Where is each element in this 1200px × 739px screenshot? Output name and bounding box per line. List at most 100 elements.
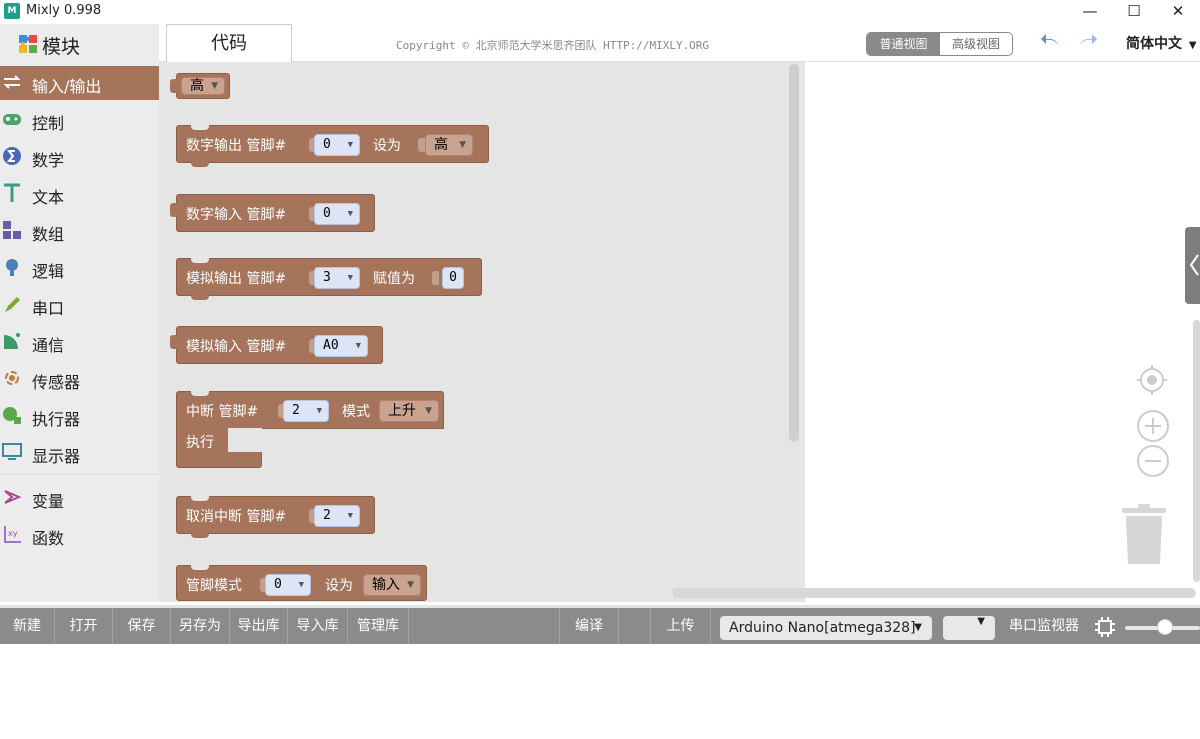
tab-blocks[interactable]: 模块 [0,24,159,62]
block-digital-read[interactable]: 数字输入 管脚# 0 ▼ [170,194,375,232]
block-notch [191,391,209,396]
block-detach-interrupt[interactable]: 取消中断 管脚# 2 ▼ [176,496,375,538]
category-label: 控制 [32,114,65,133]
pin-dropdown[interactable]: 0 ▼ [265,574,311,596]
flyout-scrollbar[interactable] [789,64,799,442]
svg-text:xy: xy [8,529,18,538]
export-library-button[interactable]: 导出库 [230,608,288,644]
pin-dropdown[interactable]: A0 ▼ [314,335,368,357]
maximize-button[interactable]: ☐ [1112,0,1156,24]
monitor-icon [2,443,22,460]
category-actuator[interactable]: 执行器 [0,399,159,433]
mode-dropdown[interactable]: 上升 ▼ [379,400,439,422]
block-label: 设为 [325,578,353,594]
import-library-button[interactable]: 导入库 [288,608,348,644]
workspace-vscrollbar[interactable] [1193,320,1200,582]
chevron-down-icon: ▼ [425,406,432,416]
save-button[interactable]: 保存 [113,608,171,644]
language-select[interactable]: 简体中文 ▼ [1122,32,1200,56]
pin-dropdown[interactable]: 0 ▼ [314,134,360,156]
category-display[interactable]: 显示器 [0,436,159,470]
compile-button[interactable]: 编译 [559,608,619,644]
block-high-low[interactable]: 高 ▼ [170,73,230,99]
category-array[interactable]: 数组 [0,214,159,248]
category-label: 函数 [32,529,65,548]
pin-value: A0 [323,338,339,353]
category-math[interactable]: 数学 [0,140,159,174]
block-analog-read[interactable]: 模拟输入 管脚# A0 ▼ [170,326,383,364]
mode-dropdown[interactable]: 输入 ▼ [363,574,421,596]
block-digital-write[interactable]: 数字输出 管脚# 0 ▼ 设为 高 ▼ [176,125,489,167]
zoom-in-icon[interactable] [1136,409,1170,443]
block-notch [191,565,209,570]
category-input-output[interactable]: 输入/输出 [0,66,159,100]
category-label: 显示器 [32,447,81,466]
block-label: 模式 [342,404,370,420]
close-button[interactable]: ✕ [1156,0,1200,24]
redo-icon[interactable] [1074,31,1098,55]
category-control[interactable]: 控制 [0,103,159,137]
interrupt-header: 中断 管脚# 2 ▼ 模式 上升 ▼ [176,391,444,429]
new-button[interactable]: 新建 [0,608,55,644]
block-label: 中断 管脚# [186,404,259,420]
value-input[interactable]: 0 [442,267,464,289]
chevron-down-icon: ▼ [347,511,353,521]
category-function[interactable]: xy 函数 [0,518,159,552]
minimize-button[interactable]: — [1068,0,1112,24]
normal-view-button[interactable]: 普通视图 [867,33,940,55]
trash-icon[interactable] [1120,504,1168,566]
pin-dropdown[interactable]: 2 ▼ [314,505,360,527]
block-bump [191,162,209,167]
block-analog-write[interactable]: 模拟输出 管脚# 3 ▼ 赋值为 0 [176,258,482,300]
input-socket [418,138,425,152]
statement-slot[interactable] [228,428,262,452]
zoom-slider-handle[interactable] [1157,619,1173,635]
block-bump [191,533,209,538]
block-pin-mode[interactable]: 管脚模式 0 ▼ 设为 输入 ▼ [176,565,427,601]
port-select[interactable]: ▼ [943,616,995,640]
collapse-panel-handle[interactable] [1185,227,1200,304]
sigma-icon [3,147,21,165]
chevron-down-icon: ▼ [347,273,353,283]
block-label: 取消中断 管脚# [186,509,287,525]
upload-button[interactable]: 上传 [651,608,711,644]
category-label: 输入/输出 [32,77,102,96]
open-button[interactable]: 打开 [55,608,113,644]
category-logic[interactable]: 逻辑 [0,251,159,285]
chip-icon[interactable] [1094,616,1116,638]
save-as-button[interactable]: 另存为 [171,608,230,644]
pin-dropdown[interactable]: 3 ▼ [314,267,360,289]
category-variable[interactable]: 变量 [0,481,159,515]
serial-monitor-button[interactable]: 串口监视器 [1009,608,1079,644]
zoom-out-icon[interactable] [1136,444,1170,478]
workspace-hscrollbar[interactable] [672,588,1196,598]
undo-icon[interactable] [1040,31,1064,55]
mode-value: 上升 [388,403,416,419]
block-notch [191,258,209,263]
category-communication[interactable]: 通信 [0,325,159,359]
board-label: Arduino Nano[atmega328] [729,620,916,636]
bulb-icon [6,259,18,276]
high-low-dropdown[interactable]: 高 ▼ [181,77,225,95]
chevron-down-icon: ▼ [347,209,353,219]
block-notch [191,125,209,130]
tab-code[interactable]: 代码 [166,24,292,62]
category-sensor[interactable]: 传感器 [0,362,159,396]
title-bar: M Mixly 0.998 — ☐ ✕ [0,0,1200,24]
advanced-view-button[interactable]: 高级视图 [940,33,1012,55]
board-select[interactable]: Arduino Nano[atmega328] ▼ [720,616,932,640]
pin-dropdown[interactable]: 2 ▼ [283,400,329,422]
high-low-dropdown[interactable]: 高 ▼ [425,134,473,156]
recenter-icon[interactable] [1136,364,1168,396]
bottom-toolbar: 新建 打开 保存 另存为 导出库 导入库 管理库 编译 上传 Arduino N… [0,605,1200,644]
view-mode-toggle: 普通视图 高级视图 [866,32,1013,56]
category-text[interactable]: 文本 [0,177,159,211]
category-label: 传感器 [32,373,81,392]
manage-library-button[interactable]: 管理库 [348,608,409,644]
block-connector [170,203,178,217]
block-label: 模拟输入 管脚# [186,339,287,355]
pin-dropdown[interactable]: 0 ▼ [314,203,360,225]
category-label: 变量 [32,492,65,511]
category-label: 执行器 [32,410,81,429]
category-serial[interactable]: 串口 [0,288,159,322]
